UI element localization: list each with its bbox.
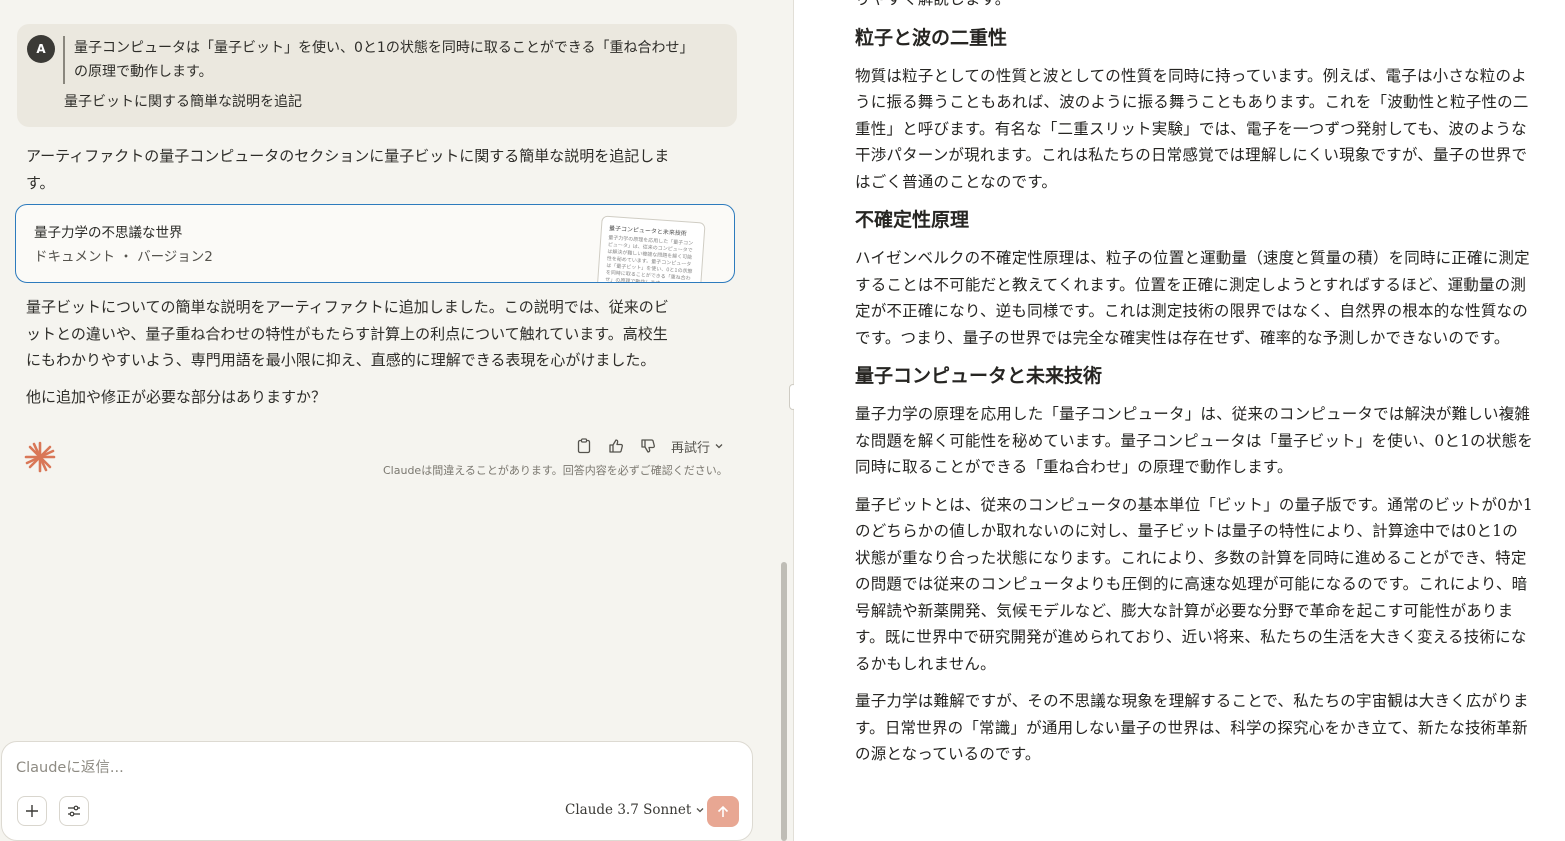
section-heading: 量子コンピュータと未来技術 — [855, 365, 1103, 387]
retry-button[interactable]: 再試行 — [671, 437, 725, 456]
artifact-title: 量子力学の不思議な世界 — [34, 225, 183, 241]
document-paragraph: 量子ビットとは、従来のコンピュータの基本単位「ビット」の量子版です。通常のビット… — [855, 495, 1533, 673]
arrow-up-icon — [717, 805, 729, 817]
retry-label: 再試行 — [671, 440, 711, 456]
document-paragraph: 量子力学の原理を応用した「量子コンピュータ」は、従来のコンピュータでは解決が難し… — [855, 405, 1533, 476]
quote-line: 量子コンピュータは「量子ビット」を使い、0と1の状態を同時に取ることができる「重… — [74, 40, 694, 56]
artifact-thumbnail: 量子コンピュータと未来技術 量子力学の原理を応用した「量子コンピュータ」は、従来… — [596, 215, 706, 283]
plus-icon — [26, 805, 38, 817]
chat-scrollbar[interactable] — [781, 562, 787, 841]
thumbnail-body: 量子力学の原理を応用した「量子コンピュータ」は、従来のコンピュータでは解決が難し… — [605, 234, 694, 283]
artifact-card[interactable]: 量子力学の不思議な世界 ドキュメント ・ バージョン2 量子コンピュータと未来技… — [15, 204, 735, 283]
tools-button[interactable] — [59, 796, 89, 826]
quoted-text: 量子コンピュータは「量子ビット」を使い、0と1の状態を同時に取ることができる「重… — [63, 36, 723, 84]
thumbs-down-icon[interactable] — [639, 437, 657, 455]
assistant-intro: アーティファクトの量子コンピュータのセクションに量子ビットに関する簡単な説明を追… — [26, 143, 716, 196]
artifact-version: ドキュメント ・ バージョン2 — [34, 249, 213, 265]
document-content: りやすく解説します。 粒子と波の二重性 物質は粒子としての性質と波としての性質を… — [855, 0, 1533, 779]
assistant-summary: 量子ビットについての簡単な説明をアーティファクトに追加しました。この説明では、従… — [26, 294, 716, 374]
model-selector[interactable]: Claude 3.7 Sonnet — [565, 802, 706, 818]
chevron-down-icon — [715, 444, 723, 449]
add-button[interactable] — [17, 796, 47, 826]
model-name: Claude 3.7 Sonnet — [565, 802, 692, 818]
document-paragraph: 量子力学は難解ですが、その不思議な現象を理解することで、私たちの宇宙観は大きく広… — [855, 692, 1529, 763]
clipboard-icon[interactable] — [575, 437, 593, 455]
chevron-down-icon — [696, 808, 704, 813]
document-paragraph: 物質は粒子としての性質と波としての性質を同時に持っています。例えば、電子は小さな… — [855, 66, 1529, 191]
thumbs-up-icon[interactable] — [607, 437, 625, 455]
assistant-line: ットとの違いや、量子重ね合わせの特性がもたらす計算上の利点について触れています。… — [26, 324, 668, 343]
reply-input[interactable] — [16, 756, 716, 780]
claude-logo-icon — [24, 441, 56, 473]
section-heading: 粒子と波の二重性 — [855, 26, 1008, 49]
user-avatar[interactable]: A — [27, 35, 55, 63]
user-message-text: 量子ビットに関する簡単な説明を追記 — [64, 94, 302, 110]
assistant-line: す。 — [26, 173, 55, 192]
artifact-document-pane: りやすく解説します。 粒子と波の二重性 物質は粒子としての性質と波としての性質を… — [794, 0, 1565, 841]
assistant-question: 他に追加や修正が必要な部分はありますか？ — [26, 388, 327, 406]
assistant-line: アーティファクトの量子コンピュータのセクションに量子ビットに関する簡単な説明を追… — [26, 147, 670, 165]
chat-pane: A 量子コンピュータは「量子ビット」を使い、0と1の状態を同時に取ることができる… — [0, 0, 793, 841]
assistant-line: にもわかりやすいよう、専門用語を最小限に抑え、直感的に理解できる表現を心がけまし… — [26, 351, 656, 369]
document-paragraph: ハイゼンベルクの不確定性原理は、粒子の位置と運動量（速度と質量の積）を同時に正確… — [855, 249, 1530, 347]
sliders-icon — [68, 805, 80, 817]
section-heading: 不確定性原理 — [855, 209, 970, 231]
message-actions: 再試行 — [575, 436, 725, 456]
document-paragraph: りやすく解説します。 — [855, 0, 1533, 13]
assistant-line: 量子ビットについての簡単な説明をアーティファクトに追加しました。この説明では、従… — [26, 298, 669, 316]
user-message: A 量子コンピュータは「量子ビット」を使い、0と1の状態を同時に取ることができる… — [17, 24, 737, 127]
composer: Claude 3.7 Sonnet — [1, 741, 753, 841]
disclaimer: Claudeは間違えることがあります。回答内容を必ずご確認ください。 — [383, 464, 728, 477]
quote-line: の原理で動作します。 — [74, 64, 213, 80]
send-button[interactable] — [707, 796, 739, 827]
